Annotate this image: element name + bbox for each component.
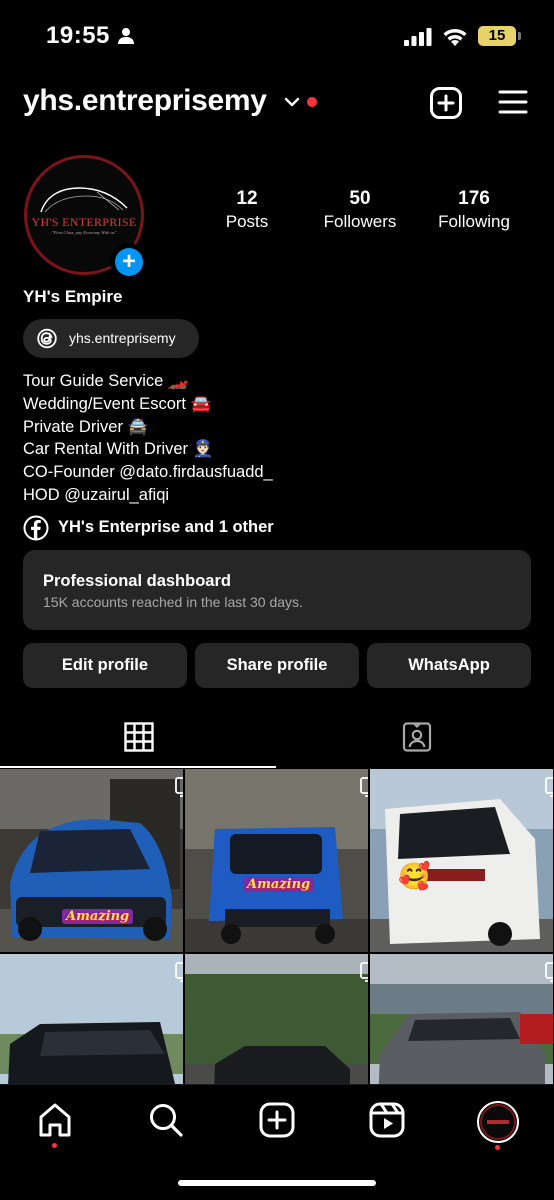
battery-tip <box>518 32 521 40</box>
whatsapp-button[interactable]: WhatsApp <box>367 643 531 688</box>
profile-bio: Tour Guide Service 🏎️ Wedding/Event Esco… <box>23 370 273 507</box>
notification-dot <box>307 97 317 107</box>
emoji-sticker: 🥰 <box>398 861 431 891</box>
stat-posts[interactable]: 12 Posts <box>192 188 302 232</box>
status-bar: 19:55 15 <box>0 0 554 70</box>
stat-followers[interactable]: 50 Followers <box>305 188 415 232</box>
bio-line: Tour Guide Service 🏎️ <box>23 372 189 390</box>
professional-dashboard[interactable]: Professional dashboard 15K accounts reac… <box>23 550 531 630</box>
profile-avatar-tab[interactable] <box>477 1101 519 1143</box>
logo-text: YH'S ENTERPRISE <box>31 215 137 229</box>
reels-icon[interactable] <box>368 1101 408 1141</box>
facebook-link-text: YH's Enterprise and 1 other <box>58 518 274 536</box>
amazing-sticker: Amazing <box>243 877 315 892</box>
tab-posts-grid[interactable] <box>0 704 277 768</box>
stat-label: Followers <box>323 212 397 231</box>
stat-value: 50 <box>349 188 371 209</box>
stat-following[interactable]: 176 Following <box>419 188 529 232</box>
post-thumbnail[interactable]: 🥰 <box>370 769 553 952</box>
tab-tagged[interactable] <box>277 704 554 768</box>
post-thumbnail[interactable] <box>0 954 183 1084</box>
person-icon <box>118 27 134 49</box>
stat-value: 12 <box>236 188 258 209</box>
bio-line: Private Driver 🚔 <box>23 417 149 436</box>
share-profile-button[interactable]: Share profile <box>195 643 359 688</box>
account-switcher-username[interactable]: yhs.entreprisemy <box>23 84 267 118</box>
profile-tabs <box>0 704 554 768</box>
cellular-signal-icon <box>404 28 432 51</box>
posts-grid: Amazing Amazing 🥰 <box>0 769 554 1084</box>
threads-icon <box>37 328 57 354</box>
plus-icon: + <box>115 248 143 276</box>
create-post-icon[interactable] <box>430 87 462 124</box>
amazing-sticker: Amazing <box>62 909 134 924</box>
post-thumbnail[interactable]: Amazing <box>0 769 183 952</box>
dashboard-subtitle: 15K accounts reached in the last 30 days… <box>43 594 303 610</box>
post-thumbnail[interactable] <box>370 954 553 1084</box>
home-notification-dot <box>52 1143 57 1148</box>
threads-badge[interactable]: yhs.entreprisemy <box>23 319 199 358</box>
bio-line: Wedding/Event Escort 🚘 <box>23 394 212 413</box>
profile-notification-dot <box>495 1145 500 1150</box>
chevron-down-icon[interactable] <box>284 94 300 112</box>
menu-icon[interactable] <box>498 89 528 120</box>
home-icon[interactable] <box>36 1101 76 1141</box>
bio-line-mention[interactable]: CO-Founder @dato.firdausfuadd_ <box>23 461 273 484</box>
post-thumbnail[interactable]: Amazing <box>185 769 368 952</box>
bio-line: Car Rental With Driver 👮🏻 <box>23 440 214 459</box>
facebook-icon <box>23 515 49 546</box>
wifi-icon <box>442 26 468 51</box>
threads-handle: yhs.entreprisemy <box>69 330 176 346</box>
logo-slogan: "First Class, pay Economy With us" <box>51 230 117 235</box>
battery-icon: 15 <box>478 26 516 46</box>
profile-header: yhs.entreprisemy <box>0 80 554 130</box>
home-indicator <box>178 1180 376 1186</box>
edit-profile-button[interactable]: Edit profile <box>23 643 187 688</box>
post-thumbnail[interactable] <box>185 954 368 1084</box>
profile-full-name: YH's Empire <box>23 287 123 306</box>
stat-label: Following <box>438 212 510 231</box>
bio-line-mention[interactable]: HOD @uzairul_afiqi <box>23 484 273 507</box>
stat-label: Posts <box>225 212 269 231</box>
create-icon[interactable] <box>258 1101 298 1141</box>
grid-icon <box>124 722 154 757</box>
status-time: 19:55 <box>46 22 110 49</box>
add-story-button[interactable]: + <box>110 243 148 281</box>
tagged-person-icon <box>401 722 433 757</box>
search-icon[interactable] <box>147 1101 187 1141</box>
stat-value: 176 <box>458 188 490 209</box>
dashboard-title: Professional dashboard <box>43 572 231 590</box>
